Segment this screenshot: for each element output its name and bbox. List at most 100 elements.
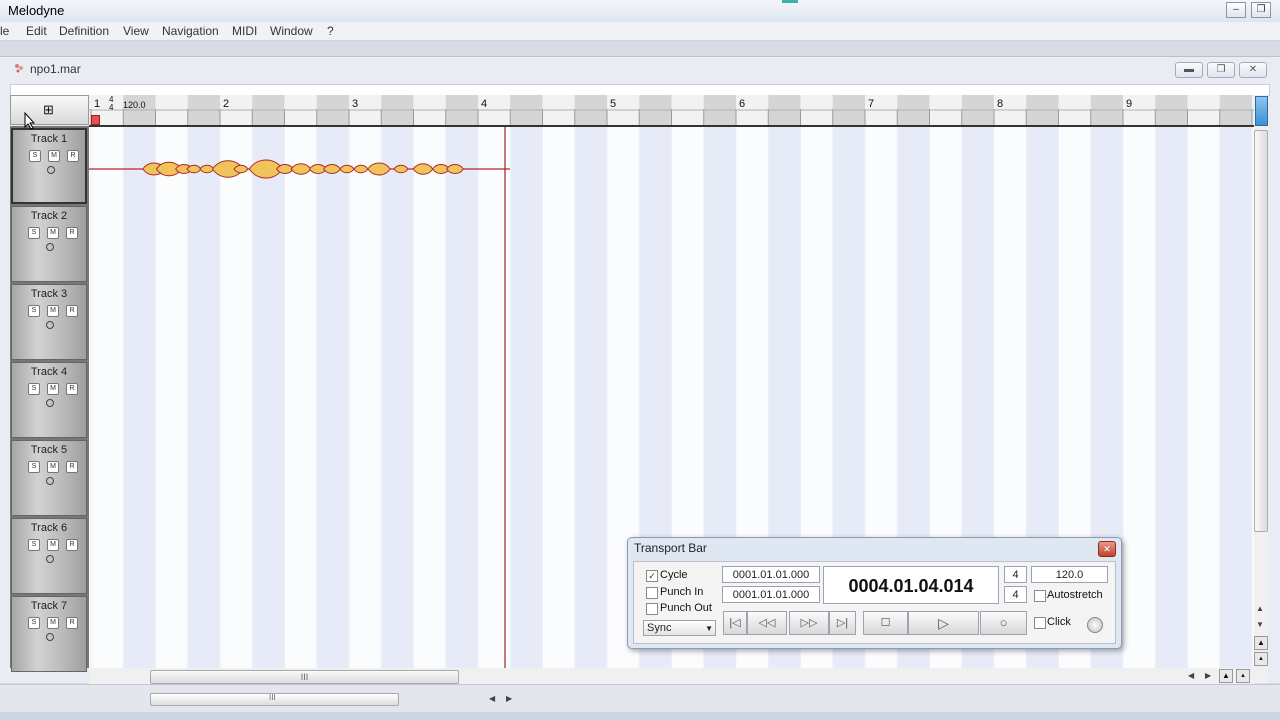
- record-button[interactable]: R: [66, 305, 78, 317]
- track-header[interactable]: Track 5 S M R: [11, 440, 87, 516]
- menu-midi[interactable]: MIDI: [232, 24, 257, 38]
- zoom-in-horizontal-icon[interactable]: ▲: [1219, 669, 1233, 683]
- sync-dropdown[interactable]: Sync ▼: [643, 620, 716, 636]
- stop-button[interactable]: ☐: [863, 611, 908, 635]
- cycle-end-field[interactable]: 0001.01.01.000: [722, 586, 820, 603]
- track-list: Track 1 S M R Track 2 S M R Track 3 S M …: [10, 126, 89, 672]
- track-header[interactable]: Track 7 S M R: [11, 596, 87, 672]
- menu-navigation[interactable]: Navigation: [162, 24, 219, 38]
- bar-number-8: 8: [997, 98, 1004, 110]
- autostretch-label: Autostretch: [1047, 589, 1103, 601]
- click-checkbox[interactable]: [1034, 617, 1046, 629]
- solo-button[interactable]: S: [28, 617, 40, 629]
- app-titlebar: [0, 0, 1280, 23]
- click-volume-knob[interactable]: [1087, 617, 1103, 633]
- doc-close-button[interactable]: ✕: [1239, 62, 1267, 78]
- track-monitor-indicator[interactable]: [46, 399, 54, 407]
- status-scroll-thumb[interactable]: III: [150, 693, 399, 706]
- fast-forward-icon: ▷▷: [800, 617, 818, 629]
- mute-button[interactable]: M: [48, 150, 60, 162]
- record-button[interactable]: R: [66, 539, 78, 551]
- grid-band: [187, 127, 220, 668]
- cycle-checkbox[interactable]: ✓: [646, 570, 658, 582]
- autostretch-checkbox[interactable]: [1034, 590, 1046, 602]
- rewind-button[interactable]: ◁◁: [747, 611, 787, 635]
- go-to-end-button[interactable]: ▷|: [829, 611, 856, 635]
- time-sig-denominator-field[interactable]: 4: [1004, 586, 1027, 603]
- grid-band: [510, 127, 543, 668]
- track-name: Track 1: [30, 133, 68, 145]
- menu-window[interactable]: Window: [270, 24, 313, 38]
- track-header[interactable]: Track 1 S M R: [11, 128, 87, 204]
- track-header-corner[interactable]: ⊞: [10, 95, 89, 125]
- menu-definition[interactable]: Definition: [59, 24, 109, 38]
- track-monitor-indicator[interactable]: [46, 633, 54, 641]
- doc-minimize-button[interactable]: ▬: [1175, 62, 1203, 78]
- bar-ruler[interactable]: 1 44 120.0 2 3 4 5 6 7 8 9: [89, 95, 1255, 127]
- transport-close-button[interactable]: ✕: [1098, 541, 1116, 557]
- time-sig-numerator-field[interactable]: 4: [1004, 566, 1027, 583]
- mute-button[interactable]: M: [47, 383, 59, 395]
- track-header[interactable]: Track 3 S M R: [11, 284, 87, 360]
- solo-button[interactable]: S: [28, 461, 40, 473]
- track-monitor-indicator[interactable]: [46, 321, 54, 329]
- solo-button[interactable]: S: [28, 227, 40, 239]
- zoom-out-vertical-icon[interactable]: ▲: [1254, 652, 1268, 666]
- play-icon: ▷: [938, 615, 949, 631]
- track-header[interactable]: Track 4 S M R: [11, 362, 87, 438]
- record-button[interactable]: R: [67, 150, 79, 162]
- track-header[interactable]: Track 2 S M R: [11, 206, 87, 282]
- scroll-left-icon[interactable]: ◀: [1188, 671, 1194, 680]
- record-button[interactable]: R: [66, 617, 78, 629]
- record-transport-button[interactable]: ○: [980, 611, 1027, 635]
- scroll-up-icon[interactable]: ▲: [1256, 604, 1264, 613]
- audio-blob: [199, 164, 215, 174]
- audio-blob: [412, 163, 434, 175]
- cycle-start-field[interactable]: 0001.01.01.000: [722, 566, 820, 583]
- zoom-out-horizontal-icon[interactable]: ▲: [1236, 669, 1250, 683]
- menu-view[interactable]: View: [123, 24, 149, 38]
- record-button[interactable]: R: [66, 227, 78, 239]
- position-display[interactable]: 0004.01.04.014: [823, 566, 999, 604]
- solo-button[interactable]: S: [29, 150, 41, 162]
- go-to-start-button[interactable]: |◁: [723, 611, 747, 635]
- restore-button[interactable]: ❐: [1251, 2, 1271, 18]
- punch-in-checkbox[interactable]: [646, 587, 658, 599]
- vertical-scroll-thumb[interactable]: [1254, 130, 1268, 532]
- horizontal-scroll-thumb[interactable]: III: [150, 670, 459, 684]
- doc-restore-button[interactable]: ❐: [1207, 62, 1235, 78]
- tempo-field[interactable]: 120.0: [1031, 566, 1108, 583]
- scroll-down-icon[interactable]: ▼: [1256, 620, 1264, 629]
- solo-button[interactable]: S: [28, 383, 40, 395]
- play-button[interactable]: ▷: [908, 611, 979, 635]
- titlebar-accent: [782, 0, 798, 3]
- menu-help[interactable]: ?: [327, 24, 334, 38]
- rewind-icon: ◁◁: [758, 617, 776, 629]
- record-button[interactable]: R: [66, 461, 78, 473]
- mute-button[interactable]: M: [47, 227, 59, 239]
- track-settings-icon[interactable]: ⊞: [43, 102, 54, 118]
- mute-button[interactable]: M: [47, 305, 59, 317]
- track-header[interactable]: Track 6 S M R: [11, 518, 87, 594]
- track-monitor-indicator[interactable]: [47, 166, 55, 174]
- punch-out-checkbox[interactable]: [646, 603, 658, 615]
- zoom-in-vertical-icon[interactable]: ▲: [1254, 636, 1268, 650]
- record-button[interactable]: R: [66, 383, 78, 395]
- scroll-right-icon[interactable]: ▶: [1205, 671, 1211, 680]
- mute-button[interactable]: M: [47, 461, 59, 473]
- minimize-button[interactable]: –: [1226, 2, 1246, 18]
- mute-button[interactable]: M: [47, 539, 59, 551]
- track-monitor-indicator[interactable]: [46, 555, 54, 563]
- menu-file[interactable]: le: [0, 24, 9, 38]
- solo-button[interactable]: S: [28, 305, 40, 317]
- track-monitor-indicator[interactable]: [46, 477, 54, 485]
- solo-button[interactable]: S: [28, 539, 40, 551]
- menu-edit[interactable]: Edit: [26, 24, 47, 38]
- fast-forward-button[interactable]: ▷▷: [789, 611, 829, 635]
- cycle-start-marker[interactable]: [91, 115, 100, 125]
- mute-button[interactable]: M: [47, 617, 59, 629]
- zoom-handle-icon[interactable]: [1255, 96, 1268, 126]
- status-left-icon[interactable]: ◀: [489, 694, 495, 703]
- track-monitor-indicator[interactable]: [46, 243, 54, 251]
- status-right-icon[interactable]: ▶: [506, 694, 512, 703]
